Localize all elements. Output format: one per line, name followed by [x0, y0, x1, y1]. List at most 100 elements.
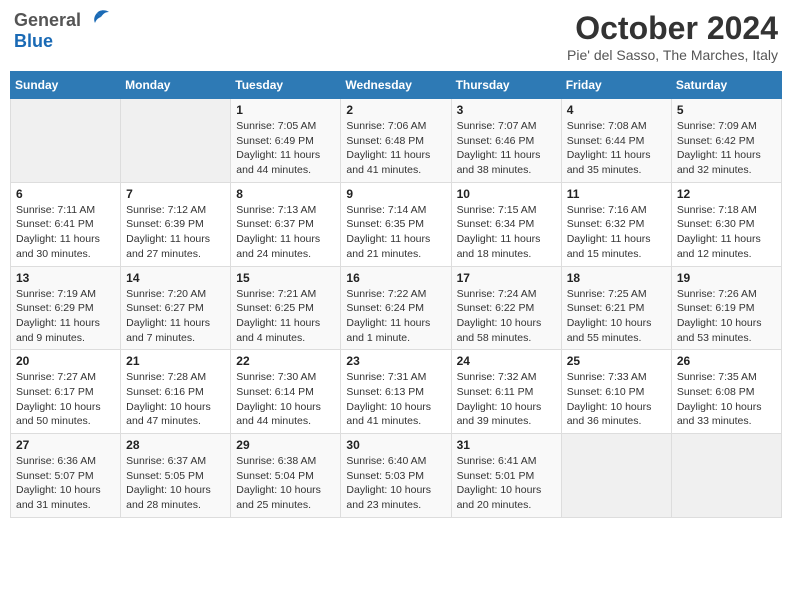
day-number: 8	[236, 187, 335, 201]
calendar-week-row: 1 Sunrise: 7:05 AMSunset: 6:49 PMDaylight…	[11, 99, 782, 183]
day-number: 23	[346, 354, 445, 368]
day-number: 28	[126, 438, 225, 452]
day-info: Sunrise: 7:33 AMSunset: 6:10 PMDaylight:…	[567, 370, 666, 429]
page-header: General Blue October 2024 Pie' del Sasso…	[10, 10, 782, 63]
calendar-header: SundayMondayTuesdayWednesdayThursdayFrid…	[11, 72, 782, 99]
day-number: 4	[567, 103, 666, 117]
day-number: 21	[126, 354, 225, 368]
calendar-cell: 11 Sunrise: 7:16 AMSunset: 6:32 PMDayligh…	[561, 182, 671, 266]
day-info: Sunrise: 7:28 AMSunset: 6:16 PMDaylight:…	[126, 370, 225, 429]
day-info: Sunrise: 7:08 AMSunset: 6:44 PMDaylight:…	[567, 119, 666, 178]
day-number: 2	[346, 103, 445, 117]
day-number: 14	[126, 271, 225, 285]
day-info: Sunrise: 7:27 AMSunset: 6:17 PMDaylight:…	[16, 370, 115, 429]
day-info: Sunrise: 7:14 AMSunset: 6:35 PMDaylight:…	[346, 203, 445, 262]
day-info: Sunrise: 7:11 AMSunset: 6:41 PMDaylight:…	[16, 203, 115, 262]
day-info: Sunrise: 7:15 AMSunset: 6:34 PMDaylight:…	[457, 203, 556, 262]
day-info: Sunrise: 7:16 AMSunset: 6:32 PMDaylight:…	[567, 203, 666, 262]
day-number: 11	[567, 187, 666, 201]
day-info: Sunrise: 7:12 AMSunset: 6:39 PMDaylight:…	[126, 203, 225, 262]
logo-general-text: General	[14, 10, 81, 31]
calendar-cell: 6 Sunrise: 7:11 AMSunset: 6:41 PMDaylight…	[11, 182, 121, 266]
weekday-header-thursday: Thursday	[451, 72, 561, 99]
calendar-week-row: 6 Sunrise: 7:11 AMSunset: 6:41 PMDaylight…	[11, 182, 782, 266]
day-number: 26	[677, 354, 776, 368]
calendar-cell: 21 Sunrise: 7:28 AMSunset: 6:16 PMDayligh…	[121, 350, 231, 434]
calendar-cell: 27 Sunrise: 6:36 AMSunset: 5:07 PMDayligh…	[11, 434, 121, 518]
day-number: 15	[236, 271, 335, 285]
day-number: 13	[16, 271, 115, 285]
calendar-cell: 29 Sunrise: 6:38 AMSunset: 5:04 PMDayligh…	[231, 434, 341, 518]
calendar-cell	[11, 99, 121, 183]
day-number: 7	[126, 187, 225, 201]
calendar-cell: 4 Sunrise: 7:08 AMSunset: 6:44 PMDaylight…	[561, 99, 671, 183]
calendar-cell: 5 Sunrise: 7:09 AMSunset: 6:42 PMDaylight…	[671, 99, 781, 183]
day-number: 12	[677, 187, 776, 201]
calendar-week-row: 27 Sunrise: 6:36 AMSunset: 5:07 PMDayligh…	[11, 434, 782, 518]
day-info: Sunrise: 6:37 AMSunset: 5:05 PMDaylight:…	[126, 454, 225, 513]
day-info: Sunrise: 6:36 AMSunset: 5:07 PMDaylight:…	[16, 454, 115, 513]
day-info: Sunrise: 7:07 AMSunset: 6:46 PMDaylight:…	[457, 119, 556, 178]
calendar-cell: 24Sunrise: 7:32 AMSunset: 6:11 PMDayligh…	[451, 350, 561, 434]
day-info: Sunrise: 6:41 AMSunset: 5:01 PMDaylight:…	[457, 454, 556, 513]
calendar-cell: 7 Sunrise: 7:12 AMSunset: 6:39 PMDaylight…	[121, 182, 231, 266]
calendar-cell: 20 Sunrise: 7:27 AMSunset: 6:17 PMDayligh…	[11, 350, 121, 434]
calendar-cell: 10 Sunrise: 7:15 AMSunset: 6:34 PMDayligh…	[451, 182, 561, 266]
day-number: 6	[16, 187, 115, 201]
day-number: 20	[16, 354, 115, 368]
day-number: 22	[236, 354, 335, 368]
day-number: 17	[457, 271, 556, 285]
calendar-cell	[561, 434, 671, 518]
calendar-header-row: SundayMondayTuesdayWednesdayThursdayFrid…	[11, 72, 782, 99]
calendar-cell: 30Sunrise: 6:40 AMSunset: 5:03 PMDayligh…	[341, 434, 451, 518]
calendar-week-row: 20 Sunrise: 7:27 AMSunset: 6:17 PMDayligh…	[11, 350, 782, 434]
day-info: Sunrise: 7:21 AMSunset: 6:25 PMDaylight:…	[236, 287, 335, 346]
month-title: October 2024	[567, 10, 778, 47]
day-number: 27	[16, 438, 115, 452]
day-info: Sunrise: 7:13 AMSunset: 6:37 PMDaylight:…	[236, 203, 335, 262]
calendar-cell: 12 Sunrise: 7:18 AMSunset: 6:30 PMDayligh…	[671, 182, 781, 266]
day-number: 19	[677, 271, 776, 285]
calendar-cell: 28 Sunrise: 6:37 AMSunset: 5:05 PMDayligh…	[121, 434, 231, 518]
calendar-cell	[121, 99, 231, 183]
calendar-cell: 15 Sunrise: 7:21 AMSunset: 6:25 PMDayligh…	[231, 266, 341, 350]
logo-blue-text: Blue	[14, 31, 53, 52]
weekday-header-wednesday: Wednesday	[341, 72, 451, 99]
day-number: 16	[346, 271, 445, 285]
calendar-cell: 23 Sunrise: 7:31 AMSunset: 6:13 PMDayligh…	[341, 350, 451, 434]
weekday-header-tuesday: Tuesday	[231, 72, 341, 99]
day-info: Sunrise: 7:30 AMSunset: 6:14 PMDaylight:…	[236, 370, 335, 429]
logo: General Blue	[14, 10, 111, 52]
day-number: 3	[457, 103, 556, 117]
weekday-header-monday: Monday	[121, 72, 231, 99]
calendar-cell: 3 Sunrise: 7:07 AMSunset: 6:46 PMDaylight…	[451, 99, 561, 183]
day-number: 10	[457, 187, 556, 201]
day-info: Sunrise: 7:06 AMSunset: 6:48 PMDaylight:…	[346, 119, 445, 178]
day-info: Sunrise: 7:09 AMSunset: 6:42 PMDaylight:…	[677, 119, 776, 178]
day-number: 25	[567, 354, 666, 368]
logo-bird-icon	[83, 9, 111, 31]
calendar-cell: 26Sunrise: 7:35 AMSunset: 6:08 PMDayligh…	[671, 350, 781, 434]
location-text: Pie' del Sasso, The Marches, Italy	[567, 47, 778, 63]
day-number: 31	[457, 438, 556, 452]
day-info: Sunrise: 7:32 AMSunset: 6:11 PMDaylight:…	[457, 370, 556, 429]
day-number: 5	[677, 103, 776, 117]
calendar-cell: 8 Sunrise: 7:13 AMSunset: 6:37 PMDaylight…	[231, 182, 341, 266]
calendar-cell: 9 Sunrise: 7:14 AMSunset: 6:35 PMDaylight…	[341, 182, 451, 266]
calendar-cell: 17 Sunrise: 7:24 AMSunset: 6:22 PMDayligh…	[451, 266, 561, 350]
calendar-cell: 31 Sunrise: 6:41 AMSunset: 5:01 PMDayligh…	[451, 434, 561, 518]
day-number: 29	[236, 438, 335, 452]
day-number: 9	[346, 187, 445, 201]
day-number: 30	[346, 438, 445, 452]
calendar-cell: 1 Sunrise: 7:05 AMSunset: 6:49 PMDaylight…	[231, 99, 341, 183]
day-info: Sunrise: 7:05 AMSunset: 6:49 PMDaylight:…	[236, 119, 335, 178]
calendar-cell: 22 Sunrise: 7:30 AMSunset: 6:14 PMDayligh…	[231, 350, 341, 434]
day-info: Sunrise: 7:24 AMSunset: 6:22 PMDaylight:…	[457, 287, 556, 346]
day-number: 1	[236, 103, 335, 117]
day-info: Sunrise: 6:38 AMSunset: 5:04 PMDaylight:…	[236, 454, 335, 513]
calendar-cell: 13Sunrise: 7:19 AMSunset: 6:29 PMDayligh…	[11, 266, 121, 350]
day-info: Sunrise: 7:18 AMSunset: 6:30 PMDaylight:…	[677, 203, 776, 262]
day-info: Sunrise: 7:20 AMSunset: 6:27 PMDaylight:…	[126, 287, 225, 346]
day-info: Sunrise: 7:31 AMSunset: 6:13 PMDaylight:…	[346, 370, 445, 429]
day-info: Sunrise: 7:25 AMSunset: 6:21 PMDaylight:…	[567, 287, 666, 346]
